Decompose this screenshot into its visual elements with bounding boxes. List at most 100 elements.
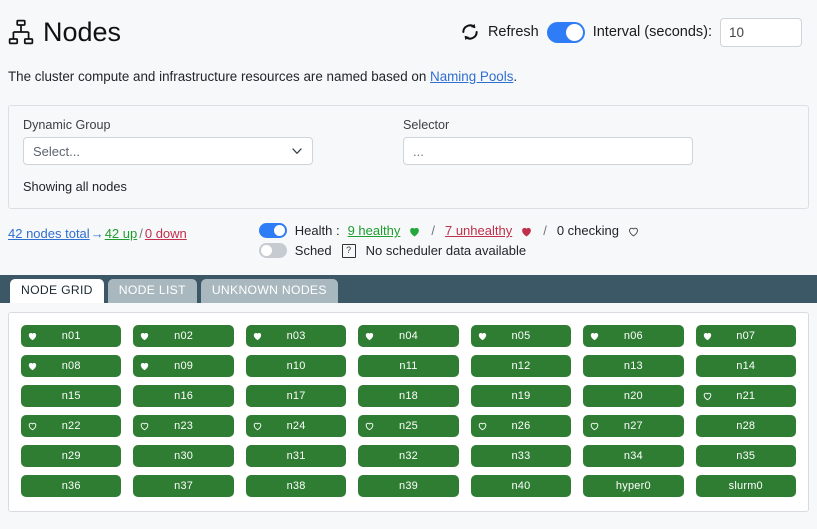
node-tile-label: n25 [399, 420, 418, 433]
filter-panel: Dynamic Group Select... Selector Showing… [8, 105, 809, 210]
node-tile-label: n33 [511, 450, 531, 463]
node-tile[interactable]: n07 [695, 325, 796, 348]
node-tile[interactable]: n32 [358, 445, 459, 468]
node-tile[interactable]: hyper0 [583, 475, 684, 498]
node-tile[interactable]: n18 [358, 385, 459, 408]
description-text-before: The cluster compute and infrastructure r… [8, 69, 431, 84]
node-tile[interactable]: n11 [358, 355, 459, 378]
health-separator-1: / [431, 223, 435, 239]
interval-input[interactable] [720, 17, 802, 47]
health-toggle-knob [273, 225, 285, 237]
node-tile[interactable]: n04 [358, 325, 459, 348]
node-tile-label: n40 [511, 480, 531, 493]
checking-count-label: 0 checking [556, 223, 619, 239]
scheduler-line: Sched ? No scheduler data available [258, 243, 640, 259]
node-tile[interactable]: n19 [470, 385, 572, 408]
node-tile[interactable]: n31 [245, 445, 347, 468]
scheduler-message: No scheduler data available [365, 243, 527, 259]
node-tile[interactable]: n17 [245, 385, 347, 408]
node-tile-label: n36 [61, 480, 81, 493]
scheduler-label: Sched [294, 243, 332, 259]
node-tile-label: hyper0 [615, 480, 651, 493]
node-tile[interactable]: n36 [21, 475, 122, 498]
node-tile[interactable]: n28 [695, 415, 796, 438]
node-tile[interactable]: n40 [470, 475, 572, 498]
health-separator-2: / [543, 223, 547, 239]
node-tile[interactable]: n22 [21, 415, 122, 438]
scheduler-toggle[interactable] [258, 243, 287, 259]
node-tile[interactable]: n20 [583, 385, 684, 408]
page-description: The cluster compute and infrastructure r… [0, 54, 817, 85]
total-nodes-link[interactable]: 42 nodes total [8, 226, 90, 241]
node-tile-label: n14 [736, 360, 756, 373]
node-tile-label: n04 [399, 330, 418, 343]
node-tile-label: n13 [623, 360, 643, 373]
node-tile-label: n37 [174, 480, 194, 493]
health-status-block: Health : 9 healthy / 7 unhealthy / 0 che… [258, 223, 640, 259]
node-tile[interactable]: n10 [245, 355, 347, 378]
node-tile[interactable]: n26 [470, 415, 572, 438]
node-tile-label: n31 [286, 450, 306, 463]
node-tile-label: n08 [61, 360, 81, 373]
tab-node-grid[interactable]: NODE GRID [10, 279, 104, 304]
node-tile[interactable]: n35 [695, 445, 796, 468]
refresh-icon[interactable] [460, 22, 480, 42]
node-tile-label: n07 [736, 330, 756, 343]
selector-input[interactable] [403, 137, 693, 166]
node-tile[interactable]: n37 [133, 475, 234, 498]
heart-outline-icon [627, 223, 640, 238]
node-tile[interactable]: n13 [583, 355, 684, 378]
node-tile[interactable]: n21 [695, 385, 796, 408]
node-tile[interactable]: n14 [695, 355, 796, 378]
node-tile[interactable]: n06 [583, 325, 684, 348]
node-tile-label: n32 [399, 450, 418, 463]
showing-all-nodes-text: Showing all nodes [23, 179, 127, 195]
stats-row: 42 nodes total→42 up/0 down Health : 9 h… [0, 209, 817, 259]
node-tile[interactable]: n39 [358, 475, 459, 498]
node-tile[interactable]: n27 [583, 415, 684, 438]
refresh-toggle[interactable] [546, 21, 585, 43]
node-tile[interactable]: n38 [245, 475, 347, 498]
tab-unknown-nodes[interactable]: UNKNOWN NODES [200, 279, 338, 304]
node-count-summary: 42 nodes total→42 up/0 down [8, 223, 187, 241]
page-header: Nodes Refresh Interval (seconds): [0, 0, 817, 54]
node-tile[interactable]: n16 [133, 385, 234, 408]
node-tile[interactable]: n33 [470, 445, 572, 468]
node-tile[interactable]: n05 [470, 325, 572, 348]
refresh-toggle-knob [565, 23, 583, 41]
question-box-icon: ? [341, 243, 356, 258]
node-tile[interactable]: n08 [21, 355, 122, 378]
health-toggle[interactable] [258, 223, 287, 239]
node-tile[interactable]: n25 [358, 415, 459, 438]
healthy-count-link[interactable]: 9 healthy [348, 223, 401, 238]
node-tile-label: n22 [61, 420, 81, 433]
node-tile-label: n19 [511, 390, 531, 403]
node-tile-label: n15 [61, 390, 81, 403]
selector-field: Selector [403, 118, 703, 166]
node-tile[interactable]: n29 [21, 445, 122, 468]
node-tile[interactable]: n15 [21, 385, 122, 408]
node-tile-label: n35 [736, 450, 756, 463]
nodes-down-link[interactable]: 0 down [145, 226, 187, 241]
node-tile[interactable]: n34 [583, 445, 684, 468]
node-tile[interactable]: n01 [21, 325, 122, 348]
node-tile[interactable]: n03 [245, 325, 347, 348]
node-tile[interactable]: slurm0 [695, 475, 796, 498]
node-tile[interactable]: n02 [133, 325, 234, 348]
node-grid: n01 n02 n03 n04 n05 n06 n07 n08 n09 n10 n11 n12 n13 n… [21, 325, 796, 498]
node-tile[interactable]: n23 [133, 415, 234, 438]
node-tile-label: n16 [174, 390, 194, 403]
node-tile-label: n10 [286, 360, 306, 373]
node-tile-label: n34 [623, 450, 643, 463]
node-tile[interactable]: n30 [133, 445, 234, 468]
node-tile[interactable]: n09 [133, 355, 234, 378]
node-tile-label: n09 [174, 360, 194, 373]
node-tile[interactable]: n24 [245, 415, 347, 438]
node-tile-label: n12 [511, 360, 531, 373]
tab-node-list[interactable]: NODE LIST [107, 279, 197, 304]
node-tile[interactable]: n12 [470, 355, 572, 378]
dynamic-group-select[interactable]: Select... [23, 137, 313, 166]
naming-pools-link[interactable]: Naming Pools [430, 69, 513, 84]
unhealthy-count-link[interactable]: 7 unhealthy [445, 223, 512, 238]
nodes-up-link[interactable]: 42 up [105, 226, 138, 241]
